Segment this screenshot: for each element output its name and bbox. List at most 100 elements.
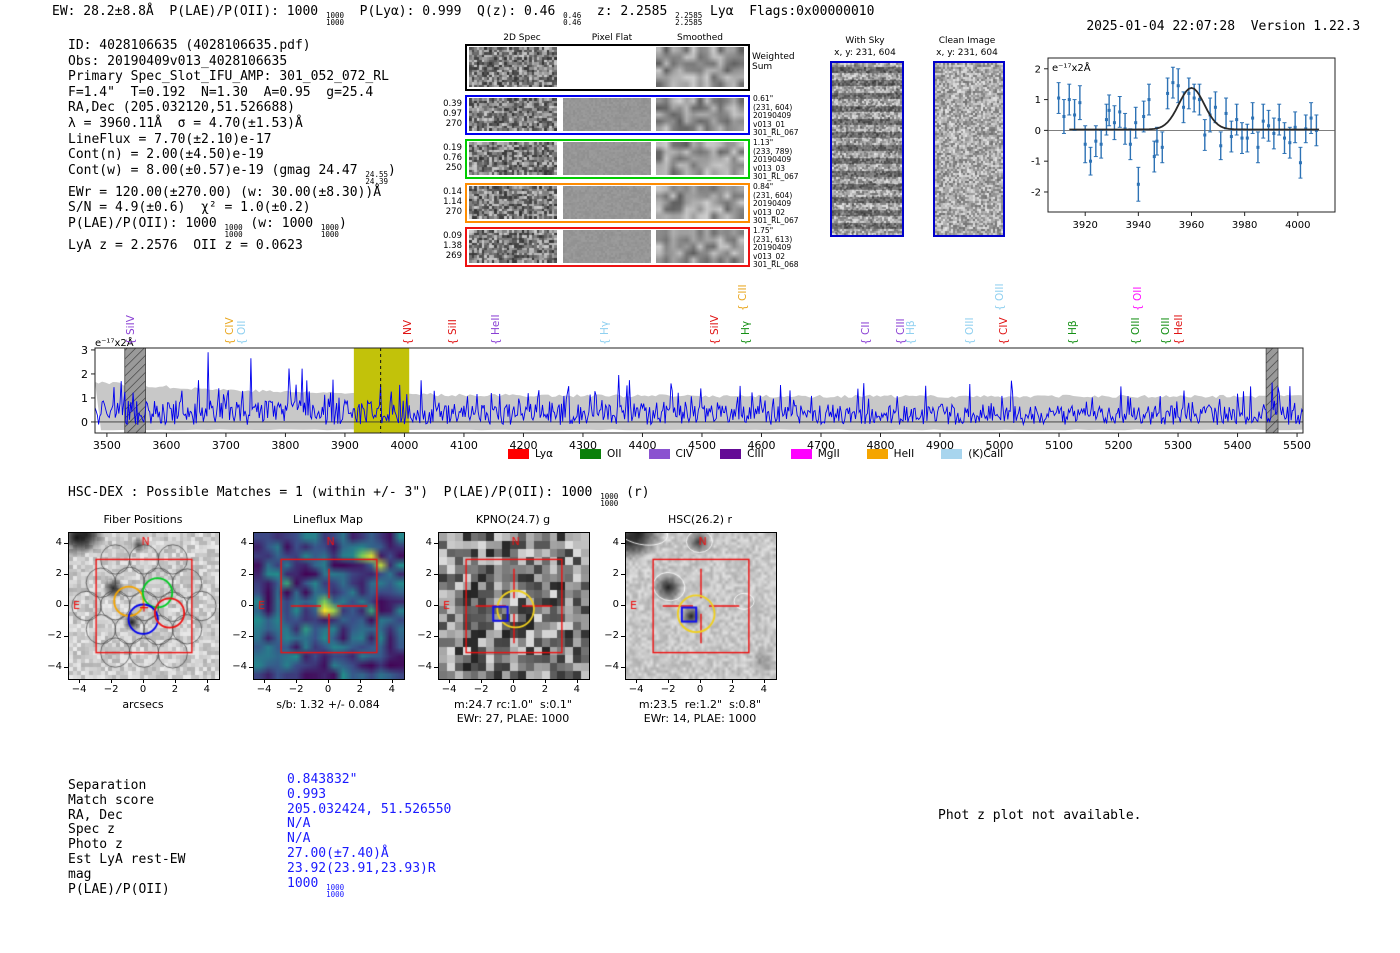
emission-line-label: { CII <box>860 321 872 345</box>
text-segment: P(Lyα): 0.999 Q(z): 0.46 <box>344 4 564 19</box>
spec2d-image <box>469 230 557 263</box>
spec2d-row <box>465 139 750 179</box>
text-segment: S/N = 4.9(±0.6) χ² = 1.0(±0.2) <box>68 200 311 216</box>
sky-panel-coords: x, y: 231, 604 <box>936 48 998 58</box>
tick-mark <box>359 679 361 683</box>
main-x-tick: 5300 <box>1164 439 1192 452</box>
info-line: λ = 3960.11Å σ = 4.70(±1.53)Å <box>68 116 396 132</box>
tick-mark <box>700 679 701 683</box>
main-x-tick: 3500 <box>93 439 121 452</box>
spec2d-row-meta: 0.84" (231, 604) 20190409 v013_02 301_RL… <box>753 182 799 225</box>
cutout-x-tick: −2 <box>473 684 489 695</box>
legend-label: (K)CaII <box>968 448 1004 460</box>
info-line: RA,Dec (205.032120,51.526688) <box>68 100 396 116</box>
smoothed-image <box>656 186 744 219</box>
emission-line-label: { Hβ <box>1067 320 1079 345</box>
cutout-x-tick: −4 <box>628 684 644 695</box>
main-x-tick: 3800 <box>271 439 299 452</box>
cutout-caption: EWr: 14, PLAE: 1000 <box>643 712 757 725</box>
stacked-fraction: 1000 1000 <box>224 222 243 239</box>
emission-line-label: { SiIV <box>125 315 137 345</box>
main-x-tick: 5100 <box>1045 439 1073 452</box>
cutout-caption: s/b: 1.32 +/- 0.084 <box>276 698 380 711</box>
cutout-x-tick: 2 <box>728 684 736 695</box>
detection-info-block: ID: 4028106635 (4028106635.pdf) Obs: 2019… <box>68 38 396 254</box>
spec2d-row-meta: 1.75" (231, 613) 20190409 v013_02 301_RL… <box>753 226 799 269</box>
emission-line-label-alt: { CIII <box>737 284 749 311</box>
cutout-caption: m:23.5 re:1.2" s:0.8" <box>638 698 762 711</box>
cutout-image-lineflux <box>253 532 405 680</box>
spec2d-row-meta: 1.13" (233, 789) 20190409 v013_03 301_RL… <box>753 138 799 181</box>
text-segment: 205.032424, 51.526550 <box>287 801 452 817</box>
cutout-image-hsc <box>625 532 777 680</box>
cutout-y-tick: 4 <box>240 536 247 548</box>
text-segment: N/A <box>287 831 311 847</box>
stacked-fraction: 1000 1000 <box>325 11 344 27</box>
tick-mark <box>64 605 68 606</box>
text-segment: Lyα Flags:0x00000010 <box>702 4 875 19</box>
legend-item: CIII <box>720 448 764 460</box>
main-x-tick: 3900 <box>331 439 359 452</box>
emission-line-label: { Hβ <box>905 320 917 345</box>
tick-mark <box>621 573 625 575</box>
legend-item: Lyα <box>508 448 553 460</box>
tick-mark <box>79 679 81 683</box>
legend-label: HeII <box>893 448 915 460</box>
cutout-title: KPNO(24.7) g <box>475 513 551 526</box>
spec2d-row <box>465 95 750 135</box>
tick-mark <box>636 679 638 683</box>
tick-mark <box>449 679 451 683</box>
cutout-x-tick: 4 <box>203 684 211 695</box>
tick-mark <box>621 636 625 638</box>
cutout-y-tick: 4 <box>425 536 432 548</box>
info-line: Primary Spec_Slot_IFU_AMP: 301_052_072_R… <box>68 69 396 85</box>
tick-mark <box>481 679 483 683</box>
cutout-y-tick: −4 <box>417 661 432 673</box>
tick-mark <box>544 679 546 683</box>
cutout-xlabel: arcsecs <box>122 698 164 711</box>
match-table-label: P(LAE)/P(OII) <box>68 881 170 897</box>
match-table-value: 0.993 <box>287 787 326 802</box>
info-line: Cont(n) = 2.00(±4.50)e-19 <box>68 147 396 163</box>
text-segment: HSC-DEX : Possible Matches = 1 (within +… <box>68 485 601 500</box>
tick-mark <box>249 667 253 669</box>
cutout-caption: EWr: 27, PLAE: 1000 <box>456 712 570 725</box>
emission-line-label: { OII <box>236 320 248 345</box>
cutout-x-tick: −2 <box>660 684 676 695</box>
text-segment: z: 2.2585 <box>581 4 676 19</box>
legend-item: MgII <box>790 448 840 460</box>
spec2d-image <box>469 142 557 175</box>
inset-y-tick: 0 <box>1035 126 1041 137</box>
match-table-label: Match score <box>68 792 155 808</box>
spec2d-image <box>469 47 557 87</box>
cutout-y-tick: −2 <box>47 630 62 642</box>
match-table-value: 27.00(±7.40)Å <box>287 846 389 861</box>
cutout-y-tick: −2 <box>232 630 247 642</box>
emission-line-label: { OIII <box>964 317 976 345</box>
spectral-line-legend: Lyα OII CIV CIII MgII HeII (K)CaII <box>508 448 1021 460</box>
cutout-x-tick: 0 <box>509 684 517 695</box>
emission-line-label: { SiII <box>447 319 459 345</box>
emission-line-label: { HeII <box>1173 314 1185 345</box>
tick-mark <box>64 573 68 575</box>
pixelflat-image <box>563 230 651 263</box>
smoothed-image <box>656 142 744 175</box>
with-sky-image <box>830 61 904 237</box>
match-table-value: 0.843832" <box>287 772 357 787</box>
tick-mark <box>249 542 253 544</box>
tick-mark <box>434 573 438 575</box>
text-segment: λ = 3960.11Å σ = 4.70(±1.53)Å <box>68 115 303 131</box>
cutout-x-tick: −4 <box>71 684 87 695</box>
spec2d-row-weights: 0.39 0.97 270 <box>443 99 462 129</box>
info-line: Cont(w) = 8.00(±0.57)e-19 (gmag 24.47 24… <box>68 163 396 185</box>
main-x-tick: 5400 <box>1224 439 1252 452</box>
text-segment: (w: 1000 <box>242 215 321 231</box>
spec2d-row-meta: 0.61" (231, 604) 20190409 v013_01 301_RL… <box>753 94 799 137</box>
stacked-fraction: 1000 1000 <box>600 492 619 508</box>
cutout-image-kpno <box>438 532 590 680</box>
sky-panel-title: With Sky <box>845 36 885 46</box>
full-spectrum-chart: 3500 3600 3700 3800 3900 4000 4100 4200 4300 4400… <box>80 344 1320 456</box>
sky-panel-title: Clean Image <box>938 36 996 46</box>
tick-mark <box>621 605 625 606</box>
tick-mark <box>296 679 298 683</box>
